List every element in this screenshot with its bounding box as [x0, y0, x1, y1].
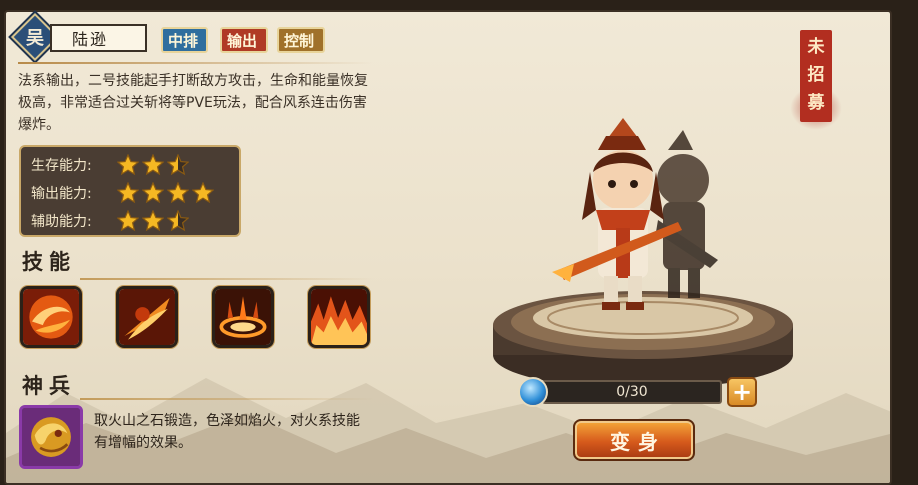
role-tag-position: 中排	[161, 27, 208, 53]
skill-2-flame-strike-icon[interactable]	[116, 286, 178, 348]
fire-swirl-icon	[23, 289, 79, 345]
skill-3-fire-ring-icon[interactable]	[212, 286, 274, 348]
star-icon	[116, 181, 140, 204]
hero-model-stage	[493, 118, 793, 389]
hero-description: 法系输出，二号技能起手打断敌方攻击，生命和能量恢复极高，非常适合过关斩将等PVE…	[18, 73, 368, 133]
star-rating	[116, 209, 190, 232]
role-tag-damage: 输出	[220, 27, 268, 53]
fragment-progress-bar: 0/30	[542, 380, 722, 404]
star-icon	[166, 153, 190, 176]
weapon-section-title: 神兵	[22, 374, 76, 398]
flame-strike-icon	[119, 289, 175, 345]
star-icon	[166, 209, 190, 232]
ability-label: 辅助能力:	[31, 214, 92, 230]
star-icon	[141, 209, 165, 232]
star-rating	[116, 181, 215, 204]
ability-label: 输出能力:	[31, 186, 92, 202]
hero-figure-luxun	[552, 118, 682, 310]
faction-label: 吴	[26, 28, 44, 49]
soul-fragment-icon	[518, 377, 548, 407]
recruit-status-ribbon: 未招募	[800, 30, 832, 122]
plus-icon: +	[731, 378, 753, 406]
fire-wall-icon	[311, 289, 367, 345]
star-icon	[141, 181, 165, 204]
star-icon	[116, 153, 140, 176]
add-fragment-button[interactable]: +	[727, 377, 757, 407]
recruit-status-text: 未招募	[807, 37, 825, 113]
role-tag-control: 控制	[277, 27, 325, 53]
shadow-form-figure	[656, 130, 718, 298]
right-border	[892, 0, 918, 485]
weapon-divider	[80, 398, 375, 400]
ability-ratings-box: 生存能力: 输出能力: 辅助能力:	[19, 145, 241, 237]
skills-section-title: 技能	[22, 250, 76, 274]
skill-1-fire-swirl-icon[interactable]	[20, 286, 82, 348]
star-icon	[191, 181, 215, 204]
weapon-description: 取火山之石锻造，色泽如焰火，对火系技能有增幅的效果。	[94, 413, 360, 451]
skill-4-fire-wall-icon[interactable]	[308, 286, 370, 348]
ability-row-damage: 输出能力:	[31, 179, 239, 207]
fragment-progress-text: 0/30	[616, 384, 648, 400]
ability-row-survival: 生存能力:	[31, 151, 239, 179]
ability-label: 生存能力:	[31, 158, 92, 174]
transform-button[interactable]: 变身	[573, 419, 695, 461]
ability-row-support: 辅助能力:	[31, 207, 239, 235]
dragon-weapon-icon	[22, 408, 80, 466]
star-icon	[141, 153, 165, 176]
star-icon	[166, 181, 190, 204]
divine-weapon-slot[interactable]	[19, 405, 83, 469]
header-divider	[18, 62, 373, 64]
star-rating	[116, 153, 190, 176]
star-icon	[116, 209, 140, 232]
skills-divider	[80, 278, 375, 280]
hero-name: 陆逊	[50, 24, 147, 52]
fire-ring-icon	[215, 289, 271, 345]
